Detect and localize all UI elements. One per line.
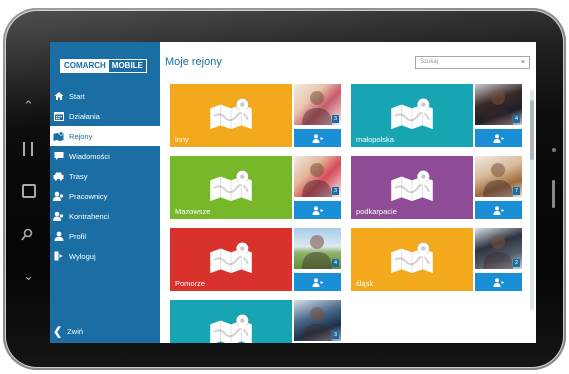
- sidebar: COMARCH MOBILE Start Działania Rejony Wi…: [50, 42, 160, 343]
- collapse-label: Zwiń: [67, 327, 84, 336]
- contact-count-badge: 2: [512, 259, 520, 267]
- region-contacts-button[interactable]: [475, 201, 522, 219]
- hardware-home-icon[interactable]: [22, 184, 36, 198]
- logo-part-2: MOBILE: [111, 61, 143, 70]
- region-tile[interactable]: podkarpacie: [351, 156, 473, 219]
- sidebar-item-label: Trasy: [69, 171, 88, 181]
- sidebar-item-kontrahenci[interactable]: Kontrahenci: [50, 206, 160, 226]
- region-contacts-button[interactable]: [475, 129, 522, 147]
- region-name: inny: [175, 135, 189, 144]
- user-icon: [53, 231, 64, 242]
- region-contacts-button[interactable]: [294, 273, 341, 291]
- sidebar-item-label: Start: [69, 91, 85, 101]
- sidebar-item-label: Wiadomości: [69, 151, 110, 161]
- region-tile[interactable]: śląsk: [351, 228, 473, 291]
- hardware-menu-icon[interactable]: [23, 142, 33, 156]
- sidebar-item-dzialania[interactable]: Działania: [50, 106, 160, 126]
- region-name: podkarpacie: [356, 207, 397, 216]
- contacts-icon: [312, 205, 323, 215]
- sidebar-item-rejony[interactable]: Rejony: [50, 126, 160, 146]
- region-map-icon: [208, 313, 254, 343]
- region-contact-photo[interactable]: 4: [294, 228, 341, 269]
- page-title: Moje rejony: [165, 56, 222, 68]
- region-map-icon: [208, 241, 254, 275]
- sidebar-item-label: Kontrahenci: [69, 211, 110, 221]
- sidebar-item-pracownicy[interactable]: Pracownicy: [50, 186, 160, 206]
- contact-count-badge: 3: [331, 187, 339, 195]
- sidebar-item-label: Pracownicy: [69, 191, 108, 201]
- logout-icon: [53, 251, 64, 262]
- sidebar-item-start[interactable]: Start: [50, 86, 160, 106]
- car-icon: [53, 171, 64, 182]
- main-content: Moje rejony Szukaj × inny 3 małopolska 4 Maz…: [160, 42, 536, 343]
- region-tile[interactable]: Mazowsze: [170, 156, 292, 219]
- sidebar-item-wyloguj[interactable]: Wyloguj: [50, 246, 160, 266]
- region-map-icon: [389, 97, 435, 131]
- collapse-button[interactable]: ❮ Zwiń: [53, 325, 83, 338]
- region-contacts-button[interactable]: [475, 273, 522, 291]
- scroll-thumb[interactable]: [530, 100, 534, 160]
- employees-icon: [53, 191, 64, 202]
- region-tile[interactable]: [170, 300, 292, 343]
- contacts-icon: [312, 277, 323, 287]
- hardware-back-icon[interactable]: ⌃: [23, 100, 34, 114]
- sidebar-item-wiadomosci[interactable]: Wiadomości: [50, 146, 160, 166]
- sidebar-item-label: Profil: [69, 231, 87, 241]
- sidebar-nav: Start Działania Rejony Wiadomości Trasy …: [50, 86, 160, 266]
- region-tile[interactable]: inny: [170, 84, 292, 147]
- sidebar-item-profil[interactable]: Profil: [50, 226, 160, 246]
- scrollbar[interactable]: [530, 90, 534, 310]
- home-icon: [53, 91, 64, 102]
- region-map-icon: [389, 241, 435, 275]
- hardware-search-icon[interactable]: [21, 228, 33, 245]
- contacts-icon: [493, 133, 504, 143]
- region-tile[interactable]: małopolska: [351, 84, 473, 147]
- region-map-icon: [208, 169, 254, 203]
- region-contact-photo[interactable]: 3: [294, 84, 341, 125]
- hardware-down-icon[interactable]: ⌄: [23, 270, 34, 284]
- contacts-icon: [493, 277, 504, 287]
- region-name: Pomorze: [175, 279, 206, 288]
- region-contact-photo[interactable]: 3: [294, 156, 341, 197]
- contact-count-badge: 3: [331, 115, 339, 123]
- search-input[interactable]: Szukaj ×: [415, 56, 530, 69]
- regions-icon: [53, 131, 64, 142]
- contact-count-badge: 4: [331, 259, 339, 267]
- region-map-icon: [389, 169, 435, 203]
- region-map-icon: [208, 97, 254, 131]
- sidebar-item-trasy[interactable]: Trasy: [50, 166, 160, 186]
- contact-count-badge: 4: [512, 115, 520, 123]
- contacts-icon: [493, 205, 504, 215]
- search-placeholder: Szukaj: [420, 59, 439, 65]
- contacts-icon: [312, 133, 323, 143]
- clear-icon[interactable]: ×: [521, 57, 525, 68]
- chevron-left-icon: ❮: [53, 326, 63, 338]
- sidebar-item-label: Wyloguj: [69, 251, 96, 261]
- region-name: Mazowsze: [175, 207, 211, 216]
- message-icon: [53, 151, 64, 162]
- region-contacts-button[interactable]: [294, 201, 341, 219]
- camera-icon: [552, 148, 556, 152]
- contact-count-badge: 3: [331, 331, 339, 339]
- region-contact-photo[interactable]: 3: [294, 300, 341, 341]
- sidebar-item-label: Rejony: [69, 131, 93, 141]
- contact-count-badge: 7: [512, 187, 520, 195]
- power-button[interactable]: [552, 180, 555, 208]
- region-name: śląsk: [356, 279, 374, 288]
- region-contact-photo[interactable]: 7: [475, 156, 522, 197]
- calendar-icon: [53, 111, 64, 122]
- region-name: małopolska: [356, 135, 394, 144]
- app-logo: COMARCH MOBILE: [60, 59, 147, 73]
- sidebar-item-label: Działania: [69, 111, 100, 121]
- logo-part-1: COMARCH: [61, 60, 109, 72]
- region-contact-photo[interactable]: 4: [475, 84, 522, 125]
- contractors-icon: [53, 211, 64, 222]
- region-contact-photo[interactable]: 2: [475, 228, 522, 269]
- screen: COMARCH MOBILE Start Działania Rejony Wi…: [50, 42, 536, 343]
- region-tile[interactable]: Pomorze: [170, 228, 292, 291]
- region-contacts-button[interactable]: [294, 129, 341, 147]
